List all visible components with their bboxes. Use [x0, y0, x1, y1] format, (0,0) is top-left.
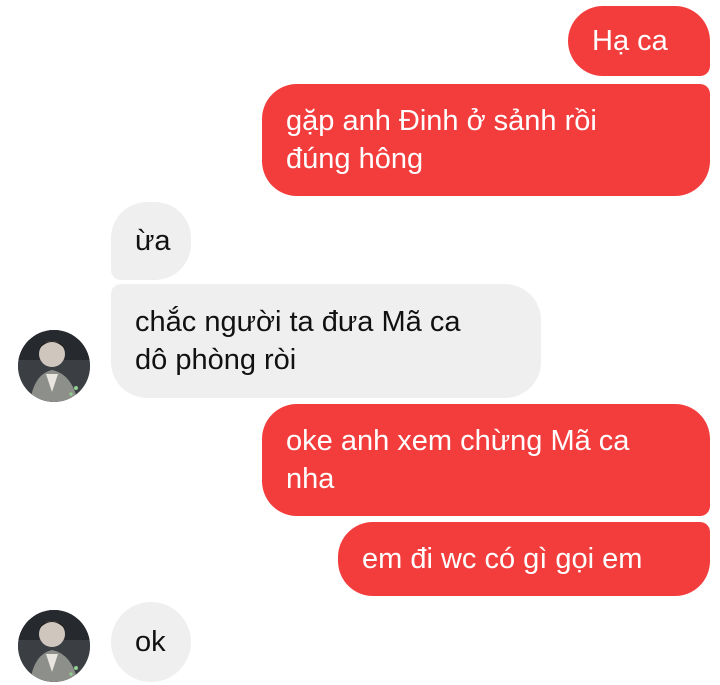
contact-avatar[interactable]: [18, 610, 90, 682]
incoming-message[interactable]: chắc người ta đưa Mã ca dô phòng ròi: [111, 284, 541, 398]
contact-avatar-photo-icon: [18, 610, 90, 682]
outgoing-message[interactable]: em đi wc có gì gọi em: [338, 522, 710, 596]
outgoing-message[interactable]: Hạ ca: [568, 6, 710, 76]
outgoing-message[interactable]: oke anh xem chừng Mã ca nha: [262, 404, 710, 516]
incoming-message[interactable]: ok: [111, 602, 191, 682]
chat-thread: Hạ ca gặp anh Đinh ở sảnh rồi đúng hông …: [0, 0, 720, 685]
contact-avatar-photo-icon: [18, 330, 90, 402]
incoming-message[interactable]: ừa: [111, 202, 191, 280]
outgoing-message[interactable]: gặp anh Đinh ở sảnh rồi đúng hông: [262, 84, 710, 196]
contact-avatar[interactable]: [18, 330, 90, 402]
